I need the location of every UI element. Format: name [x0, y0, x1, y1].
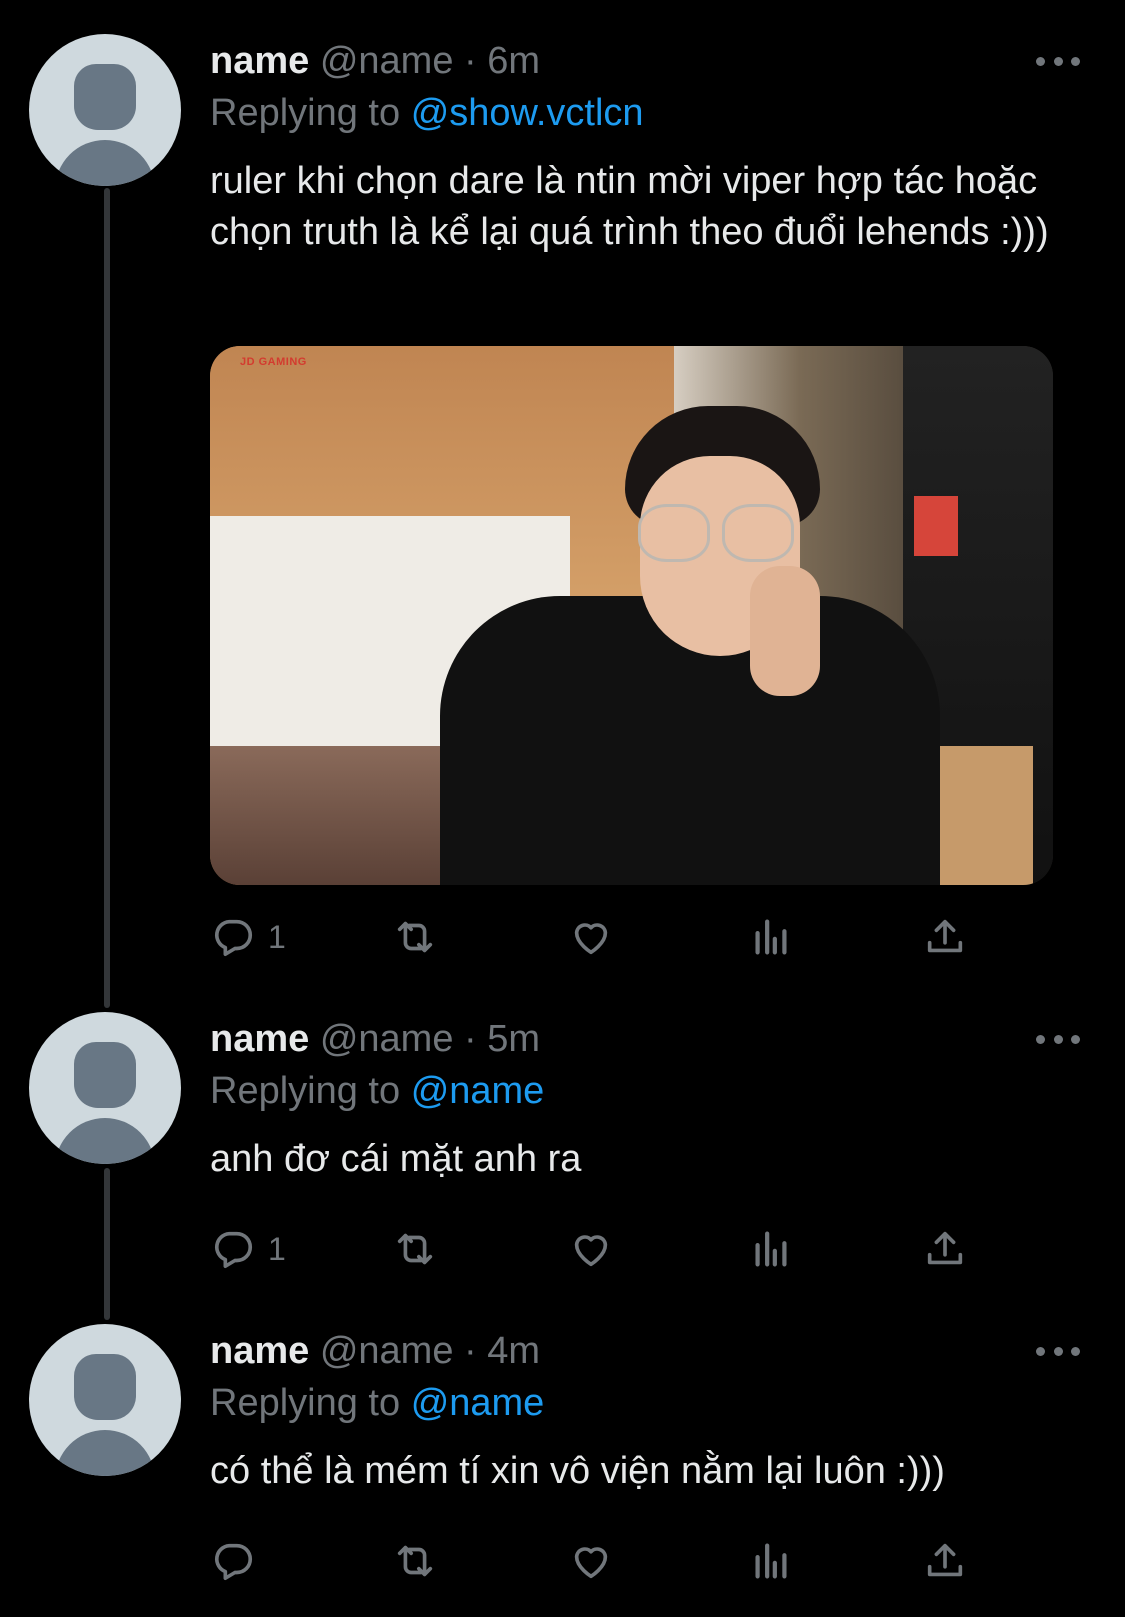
retweet-button[interactable] [392, 1531, 438, 1591]
mention-link[interactable]: @name [411, 1382, 545, 1424]
timestamp[interactable]: 5m [487, 1018, 540, 1060]
tweet-text: ruler khi chọn dare là ntin mời viper hợ… [210, 160, 1049, 253]
analytics-icon [755, 919, 787, 955]
reply-button[interactable] [210, 1531, 268, 1591]
handle[interactable]: @name [320, 1330, 454, 1372]
retweet-icon [397, 1233, 433, 1265]
display-name[interactable]: name [210, 1018, 309, 1060]
tweet-text: anh đơ cái mặt anh ra [210, 1138, 582, 1180]
mention-link[interactable]: @show.vctlcn [411, 92, 644, 134]
more-icon[interactable] [1036, 54, 1080, 68]
retweet-button[interactable] [392, 907, 438, 967]
display-name[interactable]: name [210, 40, 309, 82]
analytics-button[interactable] [748, 1531, 794, 1591]
reply-button[interactable]: 1 [210, 907, 286, 967]
share-icon [927, 1543, 963, 1577]
tweet-actions: 1 [210, 1219, 1000, 1279]
reply-count: 1 [268, 1230, 286, 1267]
avatar[interactable] [29, 1324, 181, 1476]
handle[interactable]: @name [320, 1018, 454, 1060]
separator: · [464, 1330, 477, 1372]
replying-to: Replying to @name [210, 1380, 544, 1426]
replying-prefix: Replying to [210, 1070, 401, 1112]
mention-link[interactable]: @name [411, 1070, 545, 1112]
reply-icon [215, 919, 253, 957]
analytics-button[interactable] [748, 907, 794, 967]
timestamp[interactable]: 4m [487, 1330, 540, 1372]
replying-to: Replying to @name [210, 1068, 544, 1114]
thread-line [104, 1168, 110, 1320]
tweet-text: có thể là mém tí xin vô viện nằm lại luô… [210, 1450, 945, 1492]
avatar[interactable] [29, 1012, 181, 1164]
tweet-header: name @name · 5m [210, 1016, 540, 1062]
retweet-button[interactable] [392, 1219, 438, 1279]
replying-prefix: Replying to [210, 1382, 401, 1424]
image-watermark: JD GAMING [240, 356, 307, 368]
more-icon[interactable] [1036, 1344, 1080, 1358]
tweet-actions: 1 [210, 907, 1000, 967]
share-button[interactable] [922, 1531, 968, 1591]
analytics-icon [755, 1231, 787, 1267]
reply-button[interactable]: 1 [210, 1219, 286, 1279]
share-icon [927, 919, 963, 953]
avatar[interactable] [29, 34, 181, 186]
thread-line [104, 188, 110, 1008]
analytics-icon [755, 1543, 787, 1579]
tweet-actions [210, 1531, 1000, 1591]
share-button[interactable] [922, 907, 968, 967]
reply-count: 1 [268, 918, 286, 955]
tweet-header: name @name · 6m [210, 38, 540, 84]
replying-prefix: Replying to [210, 92, 401, 134]
separator: · [464, 1018, 477, 1060]
like-button[interactable] [568, 1219, 614, 1279]
reply-icon [215, 1543, 253, 1581]
reply-icon [215, 1231, 253, 1269]
analytics-button[interactable] [748, 1219, 794, 1279]
share-button[interactable] [922, 1219, 968, 1279]
timestamp[interactable]: 6m [487, 40, 540, 82]
like-icon [574, 1547, 608, 1579]
handle[interactable]: @name [320, 40, 454, 82]
share-icon [927, 1231, 963, 1265]
separator: · [464, 40, 477, 82]
like-button[interactable] [568, 1531, 614, 1591]
retweet-icon [397, 1545, 433, 1577]
retweet-icon [397, 921, 433, 953]
more-icon[interactable] [1036, 1032, 1080, 1046]
like-icon [574, 923, 608, 955]
replying-to: Replying to @show.vctlcn [210, 90, 644, 136]
like-button[interactable] [568, 907, 614, 967]
like-icon [574, 1235, 608, 1267]
tweet-header: name @name · 4m [210, 1328, 540, 1374]
display-name[interactable]: name [210, 1330, 309, 1372]
tweet-image[interactable]: JD GAMING [210, 346, 1053, 885]
